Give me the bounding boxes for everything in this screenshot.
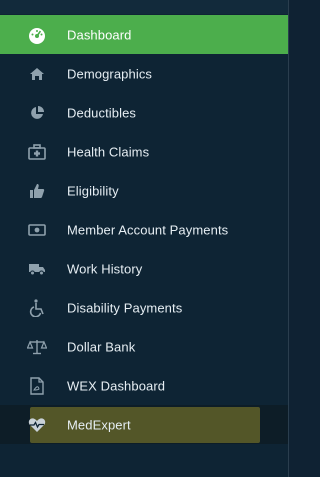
sidebar-item-label: Disability Payments <box>67 300 183 315</box>
sidebar-item-deductibles[interactable]: Deductibles <box>0 93 288 132</box>
sidebar-item-member-account-payments[interactable]: Member Account Payments <box>0 210 288 249</box>
hover-highlight <box>30 407 260 443</box>
sidebar-item-label: Dashboard <box>67 27 132 42</box>
home-icon <box>27 64 47 84</box>
sidebar-item-label: Dollar Bank <box>67 339 136 354</box>
thumbs-up-icon <box>27 181 47 201</box>
sidebar: Dashboard Demographics Deductibles Healt… <box>0 0 289 477</box>
truck-icon <box>27 259 47 279</box>
sidebar-item-label: Work History <box>67 261 143 276</box>
money-icon <box>27 220 47 240</box>
medical-kit-icon <box>27 142 47 162</box>
sidebar-item-label: MedExpert <box>67 417 131 432</box>
sidebar-item-dollar-bank[interactable]: Dollar Bank <box>0 327 288 366</box>
sidebar-item-label: Health Claims <box>67 144 150 159</box>
sidebar-item-label: Demographics <box>67 66 153 81</box>
sidebar-top-bar <box>0 0 288 14</box>
sidebar-item-demographics[interactable]: Demographics <box>0 54 288 93</box>
sidebar-item-label: Member Account Payments <box>67 222 229 237</box>
sidebar-menu: Dashboard Demographics Deductibles Healt… <box>0 15 288 444</box>
sidebar-item-medexpert[interactable]: MedExpert <box>0 405 288 444</box>
wheelchair-icon <box>27 298 47 318</box>
pdf-file-icon <box>27 376 47 396</box>
sidebar-item-work-history[interactable]: Work History <box>0 249 288 288</box>
sidebar-item-dashboard[interactable]: Dashboard <box>0 15 288 54</box>
sidebar-item-eligibility[interactable]: Eligibility <box>0 171 288 210</box>
sidebar-item-label: WEX Dashboard <box>67 378 166 393</box>
dashboard-gauge-icon <box>27 25 47 45</box>
heartbeat-icon <box>27 415 47 435</box>
sidebar-item-disability-payments[interactable]: Disability Payments <box>0 288 288 327</box>
pie-chart-icon <box>27 103 47 123</box>
balance-scale-icon <box>27 337 47 357</box>
sidebar-item-wex-dashboard[interactable]: WEX Dashboard <box>0 366 288 405</box>
sidebar-item-label: Eligibility <box>67 183 119 198</box>
sidebar-item-health-claims[interactable]: Health Claims <box>0 132 288 171</box>
sidebar-item-label: Deductibles <box>67 105 137 120</box>
